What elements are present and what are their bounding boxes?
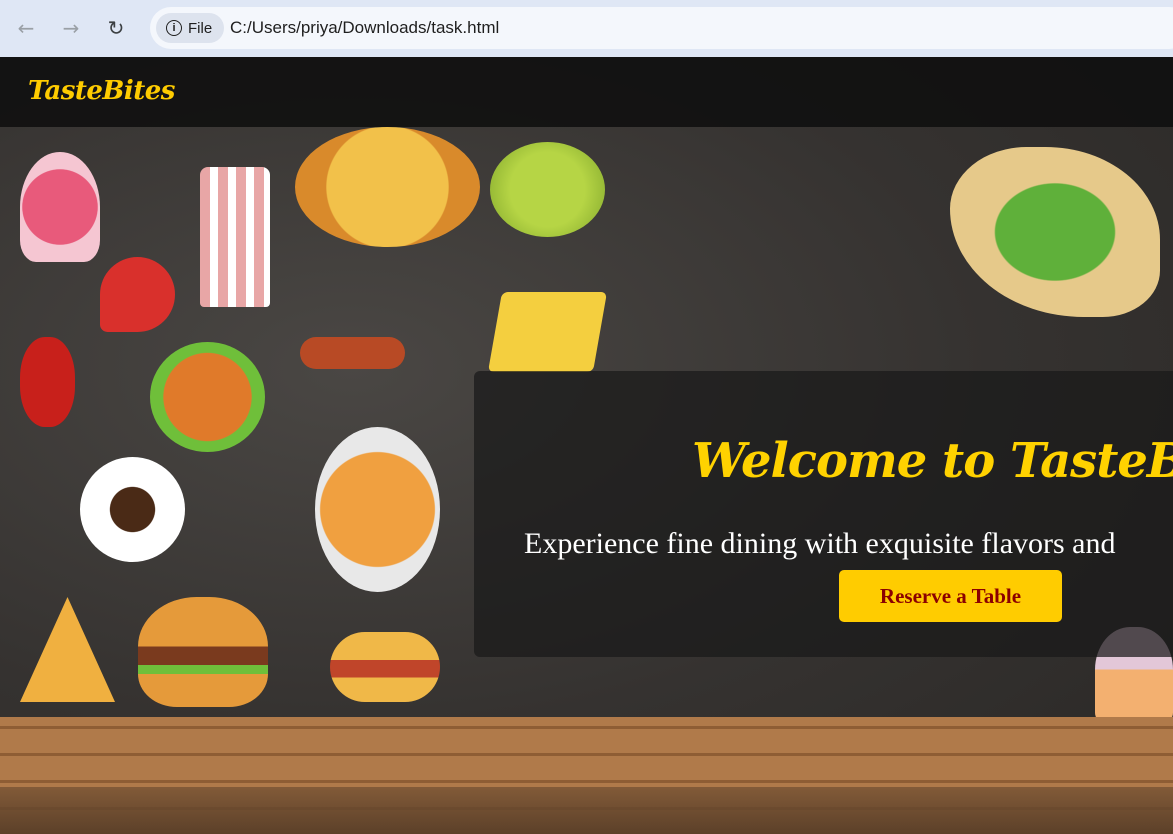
grapes-illustration bbox=[490, 142, 605, 237]
site-info-label: File bbox=[188, 19, 213, 37]
browser-toolbar: ← → ↻ i File C:/Users/priya/Downloads/ta… bbox=[0, 0, 1173, 57]
hero-subtitle: Experience fine dining with exquisite fl… bbox=[524, 527, 1116, 560]
pasta-illustration bbox=[315, 427, 440, 592]
coffee-cup-illustration bbox=[80, 457, 185, 562]
strawberry-illustration bbox=[100, 257, 175, 332]
info-icon: i bbox=[166, 20, 182, 36]
chicken-illustration bbox=[150, 342, 265, 452]
pepper-illustration bbox=[20, 337, 75, 427]
reload-icon: ↻ bbox=[107, 16, 125, 40]
arrow-right-icon: → bbox=[62, 16, 80, 40]
arrow-left-icon: ← bbox=[17, 16, 35, 40]
hero-title: Welcome to TasteBites bbox=[692, 433, 1173, 489]
hero-section: Welcome to TasteBites Experience fine di… bbox=[474, 371, 1173, 657]
site-logo[interactable]: TasteBites bbox=[28, 76, 175, 106]
hotdog-illustration bbox=[330, 632, 440, 702]
dining-tables bbox=[0, 787, 1173, 834]
popcorn-illustration bbox=[200, 167, 270, 307]
pizza-illustration bbox=[295, 127, 480, 247]
back-button[interactable]: ← bbox=[10, 12, 42, 44]
cheese-illustration bbox=[487, 292, 608, 372]
address-bar[interactable]: i File C:/Users/priya/Downloads/task.htm… bbox=[150, 7, 1173, 49]
url-text[interactable]: C:/Users/priya/Downloads/task.html bbox=[230, 18, 499, 38]
ice-cream-illustration bbox=[20, 152, 100, 262]
site-info-chip[interactable]: i File bbox=[156, 13, 225, 43]
burger-illustration bbox=[138, 597, 268, 707]
forward-button[interactable]: → bbox=[55, 12, 87, 44]
sausage-illustration bbox=[300, 337, 405, 369]
page-viewport: TasteBites Welcome to TasteBites Experie… bbox=[0, 57, 1173, 834]
reload-button[interactable]: ↻ bbox=[100, 12, 132, 44]
site-header: TasteBites bbox=[0, 57, 1173, 127]
reserve-table-button[interactable]: Reserve a Table bbox=[839, 570, 1062, 622]
